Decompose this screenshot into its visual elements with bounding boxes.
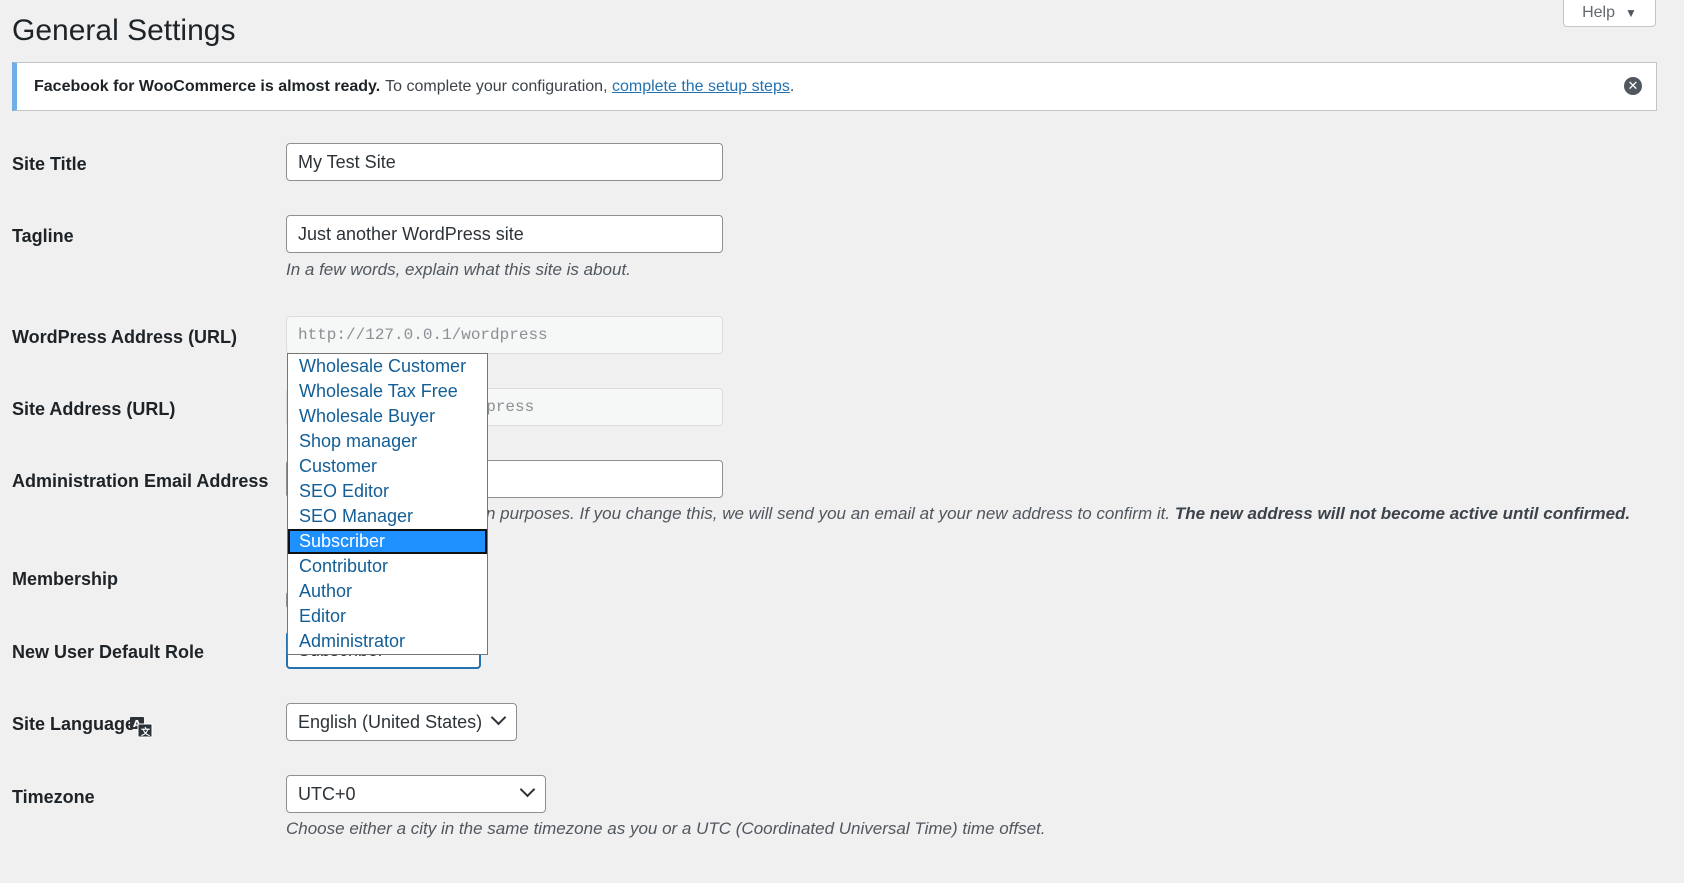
help-tab-button[interactable]: Help ▼ [1563,0,1656,27]
tagline-description: In a few words, explain what this site i… [286,260,631,279]
role-option[interactable]: Wholesale Buyer [288,404,487,429]
translation-icon: A 文 [130,717,153,738]
role-option[interactable]: Contributor [288,554,487,579]
chevron-down-icon [519,781,536,798]
notice-bold-text: Facebook for WooCommerce is almost ready… [34,77,381,95]
role-option[interactable]: Shop manager [288,429,487,454]
site-language-select[interactable]: English (United States) [286,703,517,741]
caret-down-icon: ▼ [1625,5,1637,20]
role-option[interactable]: Author [288,579,487,604]
admin-email-description: min purposes. If you change this, we wil… [468,504,1630,524]
facebook-woocommerce-notice: Facebook for WooCommerce is almost ready… [12,62,1657,111]
default-role-label: New User Default Role [12,642,205,662]
admin-email-description-text: min purposes. If you change this, we wil… [468,504,1171,523]
svg-text:文: 文 [140,726,151,738]
tagline-label: Tagline [12,226,74,246]
notice-period: . [789,77,795,95]
role-option[interactable]: SEO Editor [288,479,487,504]
notice-text: To complete your configuration, [385,77,608,95]
admin-email-label: Administration Email Address [12,471,269,491]
site-title-label: Site Title [12,154,87,174]
admin-email-description-bold: The new address will not become active u… [1174,504,1631,523]
site-language-value: English (United States) [298,712,483,732]
role-option[interactable]: Editor [288,604,487,629]
timezone-description: Choose either a city in the same timezon… [286,819,1046,838]
dismiss-notice-icon[interactable]: ✕ [1624,77,1642,95]
site-address-label: Site Address (URL) [12,399,176,419]
wordpress-address-input: http://127.0.0.1/wordpress [286,316,723,354]
role-option[interactable]: SEO Manager [288,504,487,529]
role-option[interactable]: Administrator [288,629,487,654]
role-option-selected[interactable]: Subscriber [288,529,487,554]
timezone-label: Timezone [12,787,95,807]
wordpress-address-label: WordPress Address (URL) [12,327,238,347]
default-role-dropdown-list[interactable]: Wholesale Customer Wholesale Tax Free Wh… [287,353,488,655]
role-option[interactable]: Wholesale Tax Free [288,379,487,404]
page-title: General Settings [12,14,236,47]
timezone-value: UTC+0 [298,784,356,804]
site-title-input[interactable]: My Test Site [286,143,723,181]
setup-steps-link[interactable]: complete the setup steps [612,78,790,96]
tagline-input[interactable]: Just another WordPress site [286,215,723,253]
site-language-label: Site Language [12,714,136,734]
chevron-down-icon [490,709,507,726]
timezone-select[interactable]: UTC+0 [286,775,546,813]
membership-label: Membership [12,569,119,589]
role-option[interactable]: Customer [288,454,487,479]
role-option[interactable]: Wholesale Customer [288,354,487,379]
help-tab-label: Help [1582,3,1615,21]
